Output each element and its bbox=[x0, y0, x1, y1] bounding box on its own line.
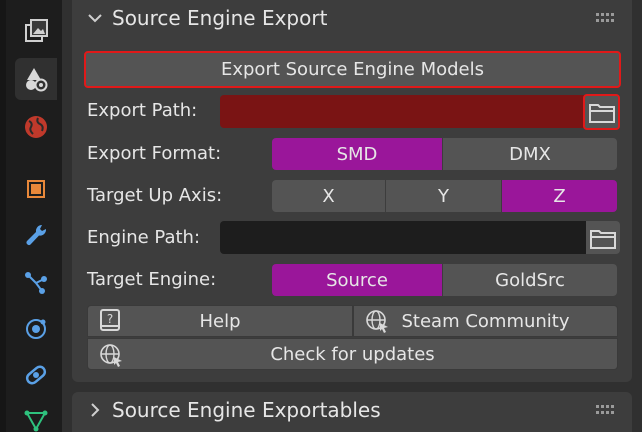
target-up-axis-label: Target Up Axis: bbox=[87, 185, 223, 206]
help-book-icon: ? bbox=[100, 309, 120, 331]
folder-icon bbox=[590, 229, 616, 249]
drag-grip-icon[interactable] bbox=[596, 13, 616, 23]
target-engine-label: Target Engine: bbox=[87, 269, 217, 290]
target-engine-goldsrc[interactable]: GoldSrc bbox=[443, 264, 617, 296]
tab-modifiers[interactable] bbox=[15, 214, 57, 256]
tab-world[interactable] bbox=[15, 106, 57, 148]
drag-grip-icon[interactable] bbox=[596, 405, 616, 415]
chevron-right-icon bbox=[91, 403, 100, 417]
physics-icon bbox=[26, 319, 46, 339]
tab-physics[interactable] bbox=[15, 308, 57, 350]
panel-title: Source Engine Export bbox=[112, 6, 328, 30]
tab-particles[interactable] bbox=[15, 262, 57, 304]
check-updates-button-label: Check for updates bbox=[270, 343, 435, 365]
scene-shapes-icon bbox=[26, 68, 48, 92]
properties-main: Source Engine Export Export Source Engin… bbox=[62, 0, 642, 432]
render-layer-icon bbox=[25, 19, 48, 42]
export-format-dmx[interactable]: DMX bbox=[443, 138, 617, 170]
up-axis-x[interactable]: X bbox=[272, 180, 386, 212]
steam-community-button-label: Steam Community bbox=[401, 310, 570, 332]
engine-path-browse-button[interactable] bbox=[586, 221, 620, 254]
export-path-label: Export Path: bbox=[87, 100, 198, 121]
chevron-down-icon bbox=[88, 14, 102, 23]
export-format-smd[interactable]: SMD bbox=[272, 138, 443, 170]
export-path-browse-button[interactable] bbox=[583, 94, 620, 130]
export-path-input[interactable] bbox=[220, 95, 585, 128]
up-axis-z[interactable]: Z bbox=[502, 180, 617, 212]
panel-title: Source Engine Exportables bbox=[112, 398, 381, 422]
export-format-selector: SMD DMX bbox=[272, 138, 617, 170]
target-engine-source[interactable]: Source bbox=[272, 264, 443, 296]
tab-strip-edge bbox=[0, 0, 6, 432]
engine-path-input[interactable] bbox=[220, 221, 586, 254]
tab-constraints[interactable] bbox=[15, 354, 57, 396]
target-engine-selector: Source GoldSrc bbox=[272, 264, 617, 296]
properties-tab-strip bbox=[0, 0, 62, 432]
tab-mesh-data[interactable] bbox=[15, 400, 57, 432]
export-models-button-label: Export Source Engine Models bbox=[220, 59, 485, 80]
source-engine-exportables-panel: Source Engine Exportables bbox=[72, 392, 632, 432]
up-axis-selector: X Y Z bbox=[272, 180, 617, 212]
check-updates-button[interactable]: Check for updates bbox=[87, 338, 618, 370]
tab-scene[interactable] bbox=[15, 58, 57, 100]
help-button-label: Help bbox=[199, 310, 241, 332]
mesh-data-icon bbox=[24, 410, 48, 432]
blender-properties-editor: Source Engine Export Export Source Engin… bbox=[0, 0, 642, 432]
source-engine-export-panel: Source Engine Export Export Source Engin… bbox=[72, 0, 632, 382]
up-axis-y[interactable]: Y bbox=[386, 180, 502, 212]
world-icon bbox=[25, 116, 47, 138]
wrench-modifier-icon bbox=[26, 224, 47, 245]
particles-icon bbox=[25, 272, 47, 294]
constraints-icon bbox=[25, 365, 47, 385]
object-icon bbox=[27, 180, 45, 198]
panel-header[interactable]: Source Engine Export bbox=[72, 0, 632, 36]
export-format-label: Export Format: bbox=[87, 143, 222, 164]
engine-path-label: Engine Path: bbox=[87, 227, 201, 248]
folder-icon bbox=[588, 104, 615, 123]
tab-object[interactable] bbox=[15, 168, 57, 210]
help-button[interactable]: ? Help bbox=[87, 305, 353, 337]
panel-header[interactable]: Source Engine Exportables bbox=[72, 392, 632, 428]
steam-community-button[interactable]: Steam Community bbox=[353, 305, 618, 337]
export-models-button[interactable]: Export Source Engine Models bbox=[84, 51, 621, 88]
globe-link-icon bbox=[100, 344, 122, 367]
tab-render-layer[interactable] bbox=[15, 10, 57, 52]
svg-text:?: ? bbox=[107, 312, 113, 326]
globe-link-icon bbox=[366, 310, 388, 333]
